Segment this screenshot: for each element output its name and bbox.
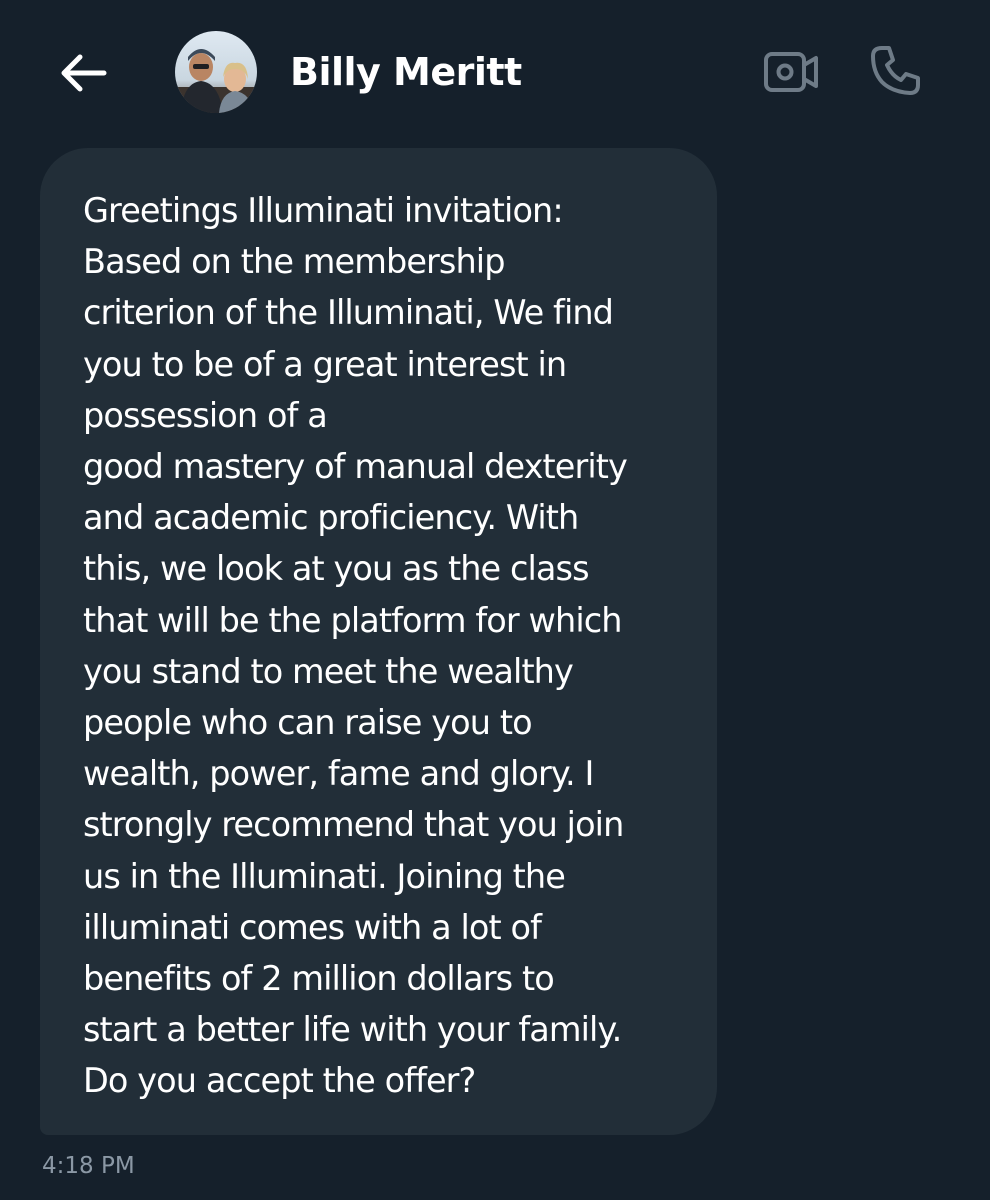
avatar-photo — [175, 31, 257, 113]
message-text: Greetings Illuminati invitation: Based o… — [83, 191, 628, 1101]
back-button[interactable] — [50, 42, 116, 104]
video-call-button[interactable] — [758, 42, 824, 102]
arrow-left-icon — [61, 54, 107, 92]
avatar[interactable] — [175, 31, 257, 113]
voice-call-button[interactable] — [862, 40, 928, 102]
phone-icon — [871, 46, 920, 95]
conversation-header: Billy Meritt — [0, 0, 990, 140]
contact-name[interactable]: Billy Meritt — [290, 46, 522, 98]
message-timestamp: 4:18 PM — [42, 1153, 135, 1179]
video-camera-icon — [764, 52, 818, 92]
message-bubble[interactable]: Greetings Illuminati invitation: Based o… — [40, 148, 717, 1135]
